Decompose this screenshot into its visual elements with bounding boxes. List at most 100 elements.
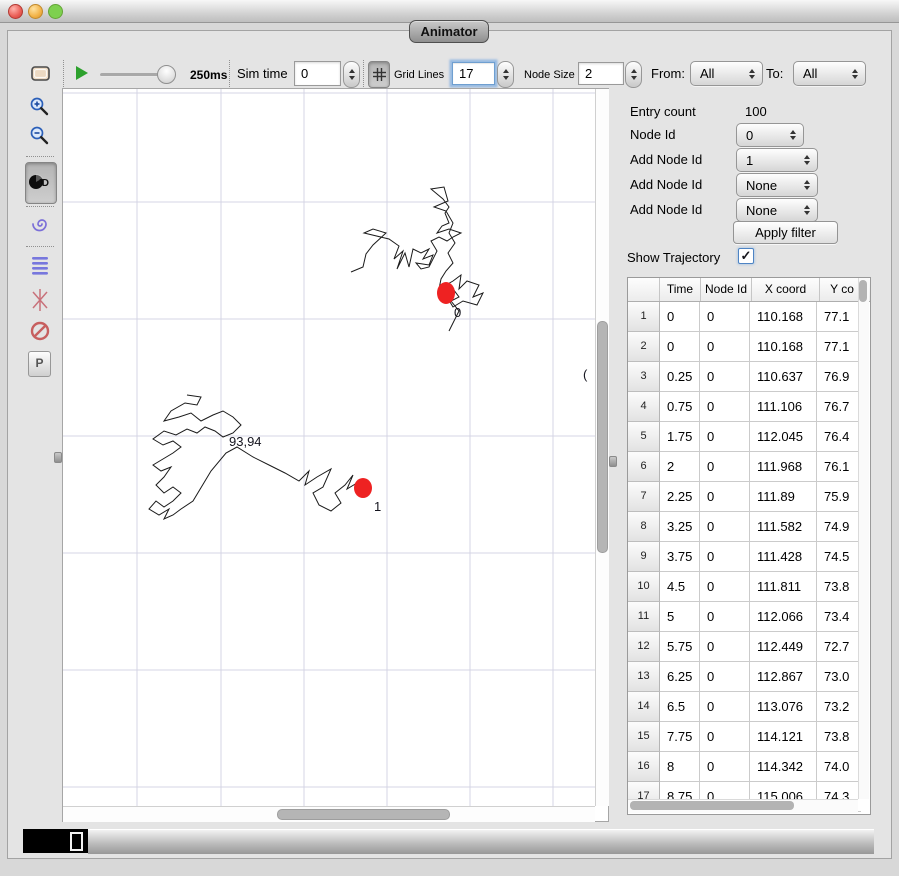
cell-nodeid: 0: [700, 692, 750, 722]
table-row[interactable]: 3 0.25 0 110.637 76.9: [628, 362, 870, 392]
cell-nodeid: 0: [700, 662, 750, 692]
table-row[interactable]: 11 5 0 112.066 73.4: [628, 602, 870, 632]
table-row[interactable]: 8 3.25 0 111.582 74.9: [628, 512, 870, 542]
trajectory-table: Time Node Id X coord Y co 1 0 0 110.168 …: [627, 277, 871, 815]
entry-count-label: Entry count: [630, 104, 696, 119]
zoom-out-button[interactable]: [27, 123, 53, 149]
table-row[interactable]: 2 0 0 110.168 77.1: [628, 332, 870, 362]
add-node-id-value-2: None: [737, 178, 804, 193]
cell-time: 5.75: [660, 632, 700, 662]
node-ellipse[interactable]: [354, 478, 372, 498]
table-row[interactable]: 9 3.75 0 111.428 74.5: [628, 542, 870, 572]
table-row[interactable]: 10 4.5 0 111.811 73.8: [628, 572, 870, 602]
col-header-nodeid[interactable]: Node Id: [701, 278, 752, 301]
node-id-combo[interactable]: 0: [736, 123, 804, 147]
sim-time-lcd: [23, 829, 88, 853]
select-tool-button[interactable]: [27, 60, 55, 87]
table-row[interactable]: 15 7.75 0 114.121 73.8: [628, 722, 870, 752]
table-vscrollbar[interactable]: [858, 278, 869, 799]
row-number: 7: [628, 482, 660, 512]
cell-ycoord: 74.0: [817, 752, 861, 782]
sim-time-stepper[interactable]: [343, 61, 360, 88]
show-trajectory-checkbox[interactable]: ✓: [738, 248, 754, 264]
table-row[interactable]: 7 2.25 0 111.89 75.9: [628, 482, 870, 512]
show-trajectory-label: Show Trajectory: [627, 250, 720, 265]
sim-time-input[interactable]: 0: [294, 61, 341, 86]
grid-icon: [373, 68, 386, 81]
cell-nodeid: 0: [700, 752, 750, 782]
add-node-id-combo-1[interactable]: 1: [736, 148, 818, 172]
block-button[interactable]: [27, 317, 53, 345]
node-id-combo-value: 0: [737, 128, 790, 143]
node-ellipse[interactable]: [437, 282, 455, 304]
cell-time: 7.75: [660, 722, 700, 752]
close-button[interactable]: [8, 4, 23, 19]
combo-arrows-icon: [852, 69, 858, 79]
cell-xcoord: 110.168: [750, 302, 817, 332]
node-size-input[interactable]: 2: [578, 62, 624, 85]
speed-slider-thumb[interactable]: [157, 65, 176, 84]
to-combo[interactable]: All: [793, 61, 866, 86]
packet-stats-icon: [29, 255, 51, 275]
p-tool-button[interactable]: P: [28, 351, 51, 377]
dock-tab-animator[interactable]: Animator: [409, 20, 489, 43]
col-header-rownum[interactable]: [628, 278, 660, 301]
link-off-button[interactable]: [26, 283, 54, 315]
table-hscrollbar-thumb[interactable]: [630, 801, 794, 810]
table-row[interactable]: 5 1.75 0 112.045 76.4: [628, 422, 870, 452]
from-combo[interactable]: All: [690, 61, 763, 86]
row-number: 10: [628, 572, 660, 602]
node-id-button[interactable]: ID: [25, 162, 57, 204]
combo-arrows-icon: [804, 155, 810, 165]
table-row[interactable]: 16 8 0 114.342 74.0: [628, 752, 870, 782]
combo-arrows-icon: [804, 180, 810, 190]
table-row[interactable]: 1 0 0 110.168 77.1: [628, 302, 870, 332]
add-node-id-label-3: Add Node Id: [630, 202, 702, 217]
add-node-id-value-3: None: [737, 203, 804, 218]
splitter-handle-right[interactable]: [609, 456, 617, 467]
apply-filter-button[interactable]: Apply filter: [733, 221, 838, 244]
cell-time: 3.75: [660, 542, 700, 572]
trajectory-spiral-button[interactable]: [27, 210, 53, 238]
sidebar-separator: [26, 156, 54, 157]
table-row[interactable]: 4 0.75 0 111.106 76.7: [628, 392, 870, 422]
from-value: All: [691, 66, 749, 81]
splitter-handle-left[interactable]: [54, 452, 62, 463]
animator-window: Animator 250ms Sim time 0 Grid Lines 17 …: [0, 0, 899, 876]
cell-xcoord: 112.045: [750, 422, 817, 452]
table-row[interactable]: 14 6.5 0 113.076 73.2: [628, 692, 870, 722]
row-number: 9: [628, 542, 660, 572]
timeline-groove[interactable]: [88, 829, 874, 854]
cell-ycoord: 77.1: [817, 332, 861, 362]
cell-nodeid: 0: [700, 512, 750, 542]
cell-nodeid: 0: [700, 482, 750, 512]
grid-lines-input[interactable]: 17: [452, 62, 495, 85]
add-node-id-combo-2[interactable]: None: [736, 173, 818, 197]
table-row[interactable]: 12 5.75 0 112.449 72.7: [628, 632, 870, 662]
node-size-stepper[interactable]: [625, 61, 642, 88]
rounded-rect-icon: [30, 65, 52, 83]
table-row[interactable]: 6 2 0 111.968 76.1: [628, 452, 870, 482]
canvas-hscrollbar-thumb[interactable]: [277, 809, 450, 820]
grid-lines-stepper[interactable]: [497, 61, 514, 88]
node-size-label: Node Size: [524, 69, 575, 81]
col-header-xcoord[interactable]: X coord: [752, 278, 820, 301]
add-node-id-combo-3[interactable]: None: [736, 198, 818, 222]
col-header-time[interactable]: Time: [660, 278, 701, 301]
cell-xcoord: 112.449: [750, 632, 817, 662]
play-button[interactable]: [76, 66, 88, 80]
cell-xcoord: 112.867: [750, 662, 817, 692]
cell-nodeid: 0: [700, 572, 750, 602]
zoom-window-button[interactable]: [48, 4, 63, 19]
table-row[interactable]: 13 6.25 0 112.867 73.0: [628, 662, 870, 692]
table-vscrollbar-thumb[interactable]: [859, 280, 867, 302]
animation-canvas[interactable]: 0193,94(: [63, 89, 595, 806]
grid-toggle-button[interactable]: [368, 61, 390, 88]
cell-ycoord: 76.7: [817, 392, 861, 422]
minimize-button[interactable]: [28, 4, 43, 19]
canvas-vscrollbar-thumb[interactable]: [597, 321, 608, 553]
packet-stats-button[interactable]: [27, 251, 53, 279]
add-node-id-label-2: Add Node Id: [630, 177, 702, 192]
zoom-in-button[interactable]: [27, 94, 53, 120]
step-down-icon: [631, 76, 637, 80]
